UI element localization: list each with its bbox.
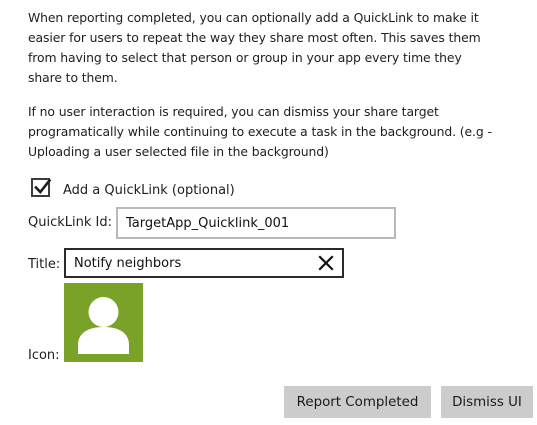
clear-title-button[interactable] bbox=[318, 255, 334, 271]
report-completed-button[interactable]: Report Completed bbox=[284, 386, 431, 418]
instructions-line: If no user interaction is required, you … bbox=[28, 104, 439, 119]
title-label: Title: bbox=[28, 257, 61, 272]
close-icon bbox=[318, 255, 334, 271]
quicklink-id-input[interactable] bbox=[116, 207, 396, 239]
checkmark-icon bbox=[34, 178, 52, 194]
instructions-line: easier for users to repeat the way they … bbox=[28, 30, 481, 45]
dismiss-instructions: If no user interaction is required, you … bbox=[28, 102, 533, 162]
instructions-line: programatically while continuing to exec… bbox=[28, 124, 492, 139]
quicklink-icon-tile bbox=[64, 283, 143, 362]
person-icon bbox=[78, 297, 129, 354]
title-field[interactable] bbox=[64, 248, 344, 278]
add-quicklink-label: Add a QuickLink (optional) bbox=[63, 182, 235, 198]
instructions-line: from having to select that person or gro… bbox=[28, 50, 462, 65]
title-input[interactable] bbox=[66, 250, 322, 276]
add-quicklink-checkbox[interactable] bbox=[31, 177, 52, 197]
quicklink-id-label: QuickLink Id: bbox=[28, 215, 112, 230]
add-quicklink-row[interactable]: Add a QuickLink (optional) bbox=[31, 177, 235, 203]
instructions-line: Uploading a user selected file in the ba… bbox=[28, 144, 329, 159]
quicklink-instructions: When reporting completed, you can option… bbox=[28, 8, 533, 88]
instructions-line: When reporting completed, you can option… bbox=[28, 10, 479, 25]
instructions-line: share to them. bbox=[28, 70, 118, 85]
icon-label: Icon: bbox=[28, 348, 60, 363]
dismiss-ui-button[interactable]: Dismiss UI bbox=[441, 386, 533, 418]
